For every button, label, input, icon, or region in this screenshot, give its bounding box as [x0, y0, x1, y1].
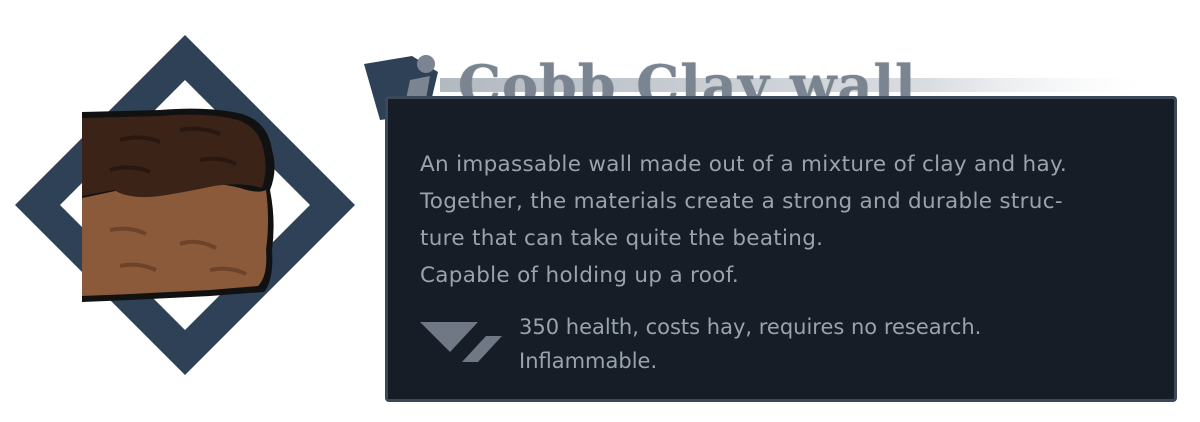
stats-line: Inflammable. — [519, 349, 658, 373]
description-line: An impassable wall made out of a mixture… — [420, 152, 1068, 177]
item-icon — [10, 30, 360, 380]
item-description: An impassable wall made out of a mixture… — [420, 146, 1165, 294]
clay-wall-block-icon — [15, 35, 355, 375]
description-line: ture that can take quite the beating. — [420, 226, 824, 251]
description-line: Together, the materials create a strong … — [420, 189, 1063, 214]
block-front — [82, 184, 268, 296]
chevron-down-icon — [420, 320, 504, 362]
description-line: Capable of holding up a roof. — [420, 263, 740, 288]
stats-line: 350 health, costs hay, requires no resea… — [519, 315, 982, 339]
item-stats: 350 health, costs hay, requires no resea… — [519, 310, 1159, 378]
